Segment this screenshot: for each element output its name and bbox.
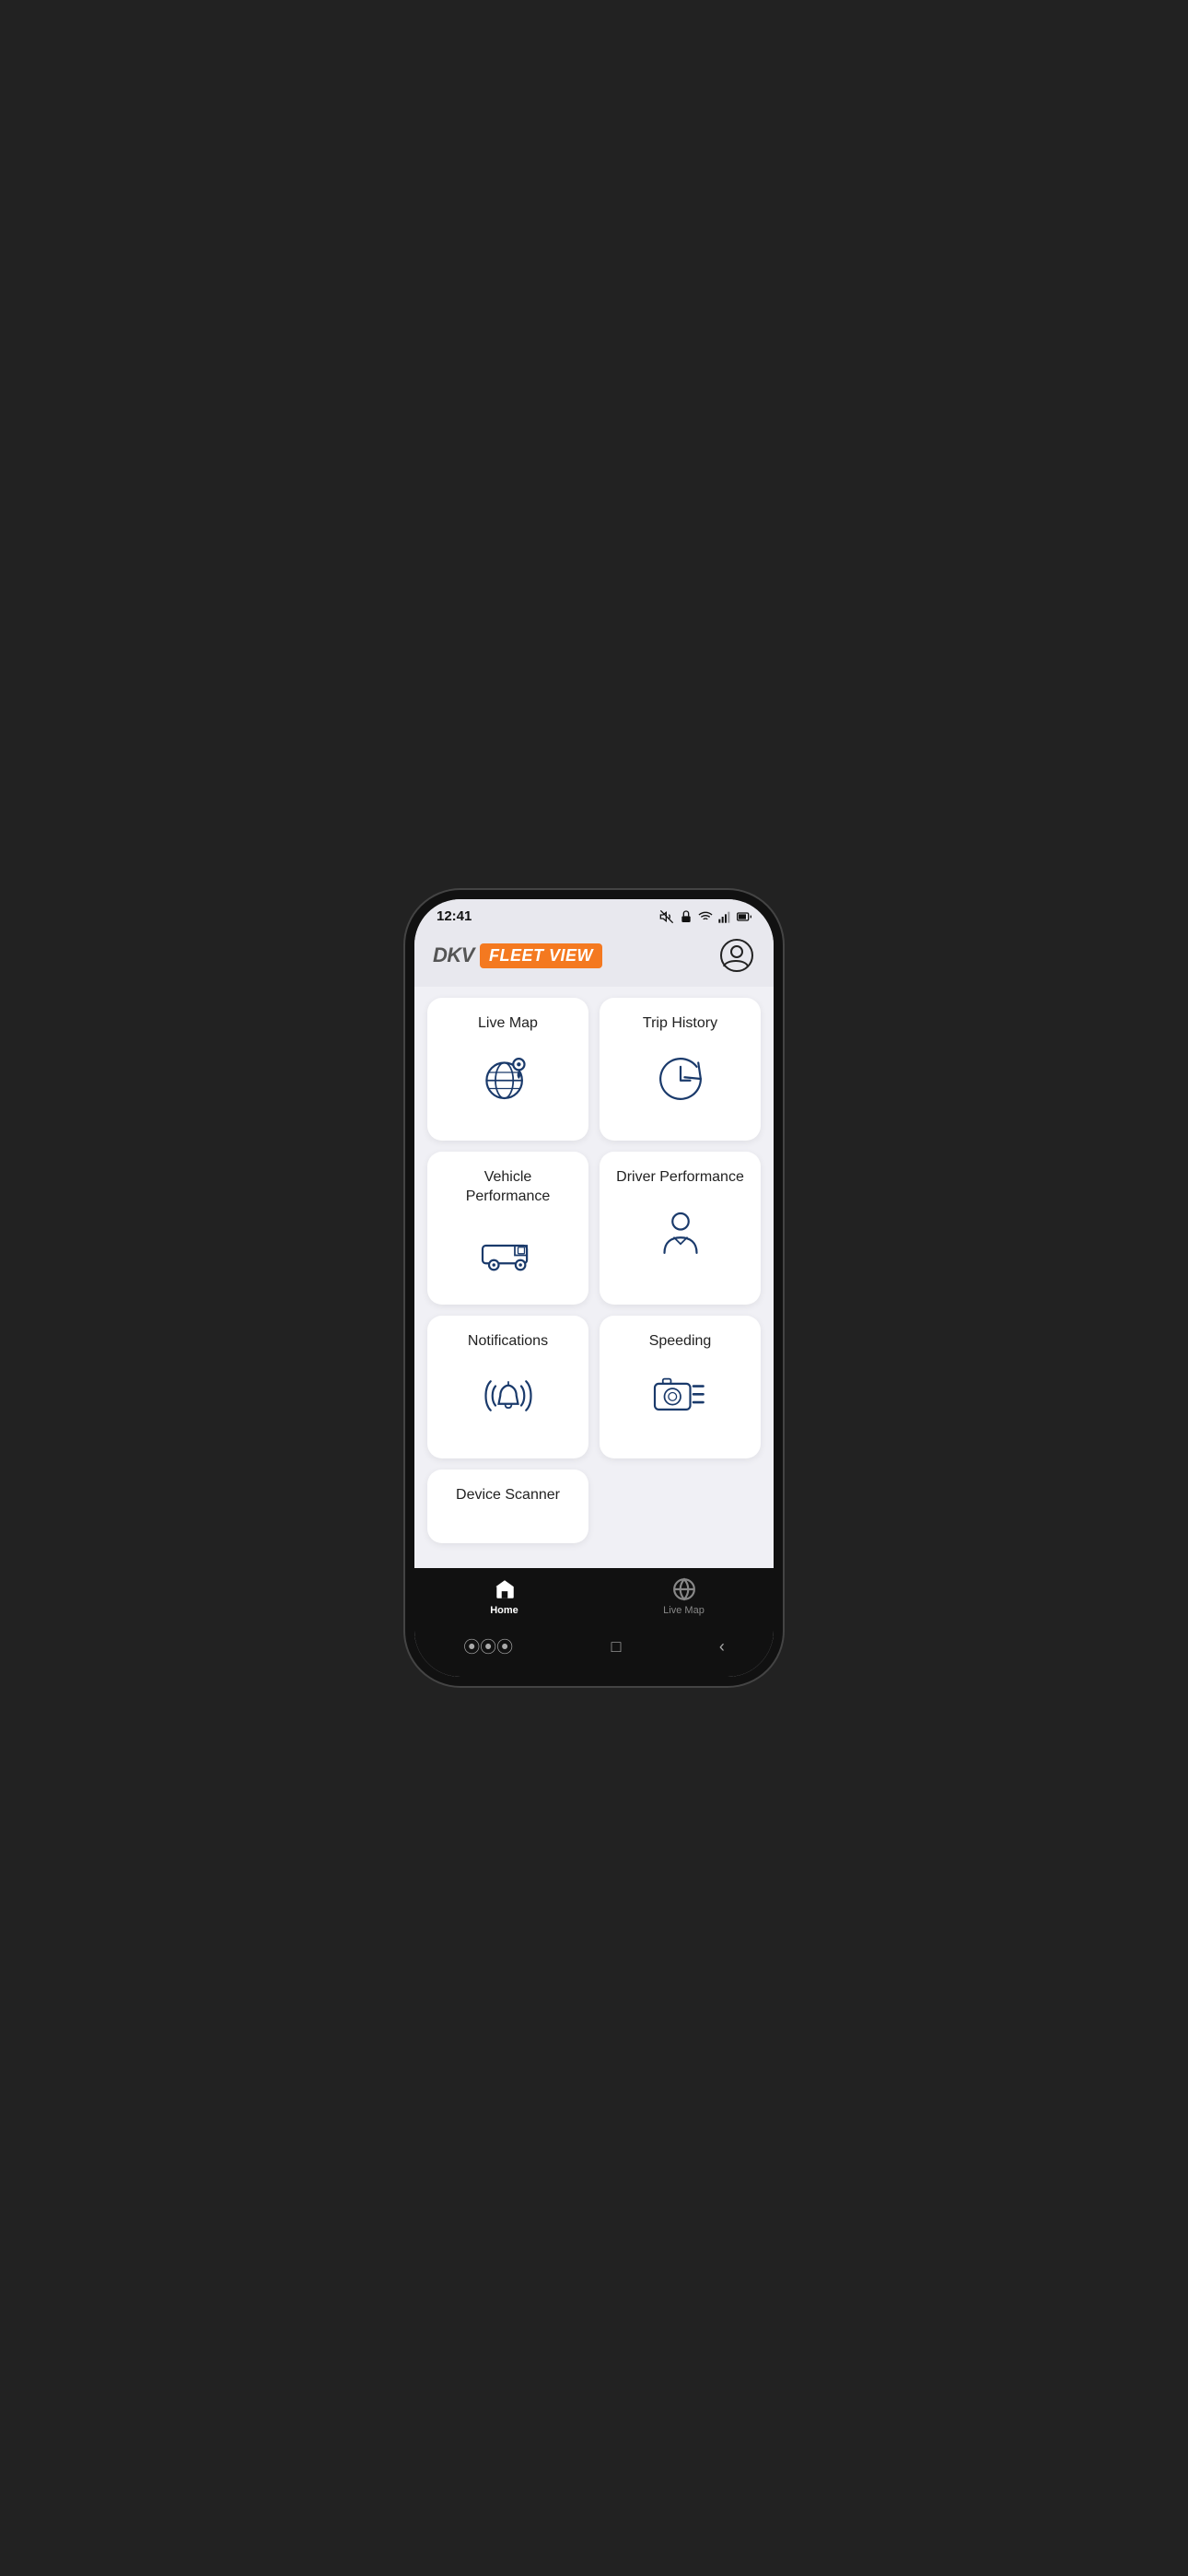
card-driver-performance[interactable]: Driver Performance [600,1152,761,1305]
user-profile-button[interactable] [718,937,755,974]
card-grid: Live Map Trip [427,998,761,1543]
card-device-scanner-label: Device Scanner [456,1486,560,1505]
status-time: 12:41 [437,908,472,924]
bottom-nav: Home Live Map [414,1568,774,1623]
card-vehicle-performance-label: Vehicle Performance [440,1168,576,1207]
clock-history-icon [648,1047,713,1111]
android-home-button[interactable]: □ [593,1633,640,1660]
card-trip-history-label: Trip History [643,1014,717,1034]
card-speeding-label: Speeding [649,1332,712,1352]
card-trip-history[interactable]: Trip History [600,998,761,1141]
phone-shell: 12:41 [414,899,774,1677]
card-device-scanner[interactable]: Device Scanner [427,1469,588,1543]
nav-home[interactable]: Home [414,1568,594,1623]
globe-pin-icon [476,1047,541,1111]
card-vehicle-performance[interactable]: Vehicle Performance [427,1152,588,1305]
lock-icon [679,909,693,924]
status-bar: 12:41 [414,899,774,930]
nav-live-map[interactable]: Live Map [594,1568,774,1623]
bell-wave-icon [476,1364,541,1428]
nav-live-map-label: Live Map [663,1605,705,1616]
logo: DKV FLEET VIEW [433,943,602,968]
status-icons [659,909,751,924]
main-content: Live Map Trip [414,987,774,1568]
card-driver-performance-label: Driver Performance [616,1168,744,1188]
van-icon [476,1220,541,1284]
speed-camera-icon [648,1364,713,1428]
user-avatar-icon [720,939,753,972]
nav-home-label: Home [490,1605,518,1616]
nav-globe-icon [672,1577,696,1601]
logo-fleet: FLEET VIEW [480,943,602,968]
signal-icon [717,909,732,924]
mute-icon [659,909,674,924]
card-live-map[interactable]: Live Map [427,998,588,1141]
home-icon [493,1577,517,1601]
card-notifications[interactable]: Notifications [427,1316,588,1458]
android-recents-button[interactable]: ⦿⦿⦿ [445,1631,531,1662]
android-nav-bar: ⦿⦿⦿ □ ‹ [414,1623,774,1677]
card-notifications-label: Notifications [468,1332,548,1352]
app-header: DKV FLEET VIEW [414,930,774,987]
battery-icon [737,909,751,924]
driver-icon [648,1200,713,1265]
android-back-button[interactable]: ‹ [701,1633,743,1660]
card-speeding[interactable]: Speeding [600,1316,761,1458]
card-live-map-label: Live Map [478,1014,538,1034]
wifi-icon [698,909,713,924]
logo-dkv: DKV [433,943,474,967]
